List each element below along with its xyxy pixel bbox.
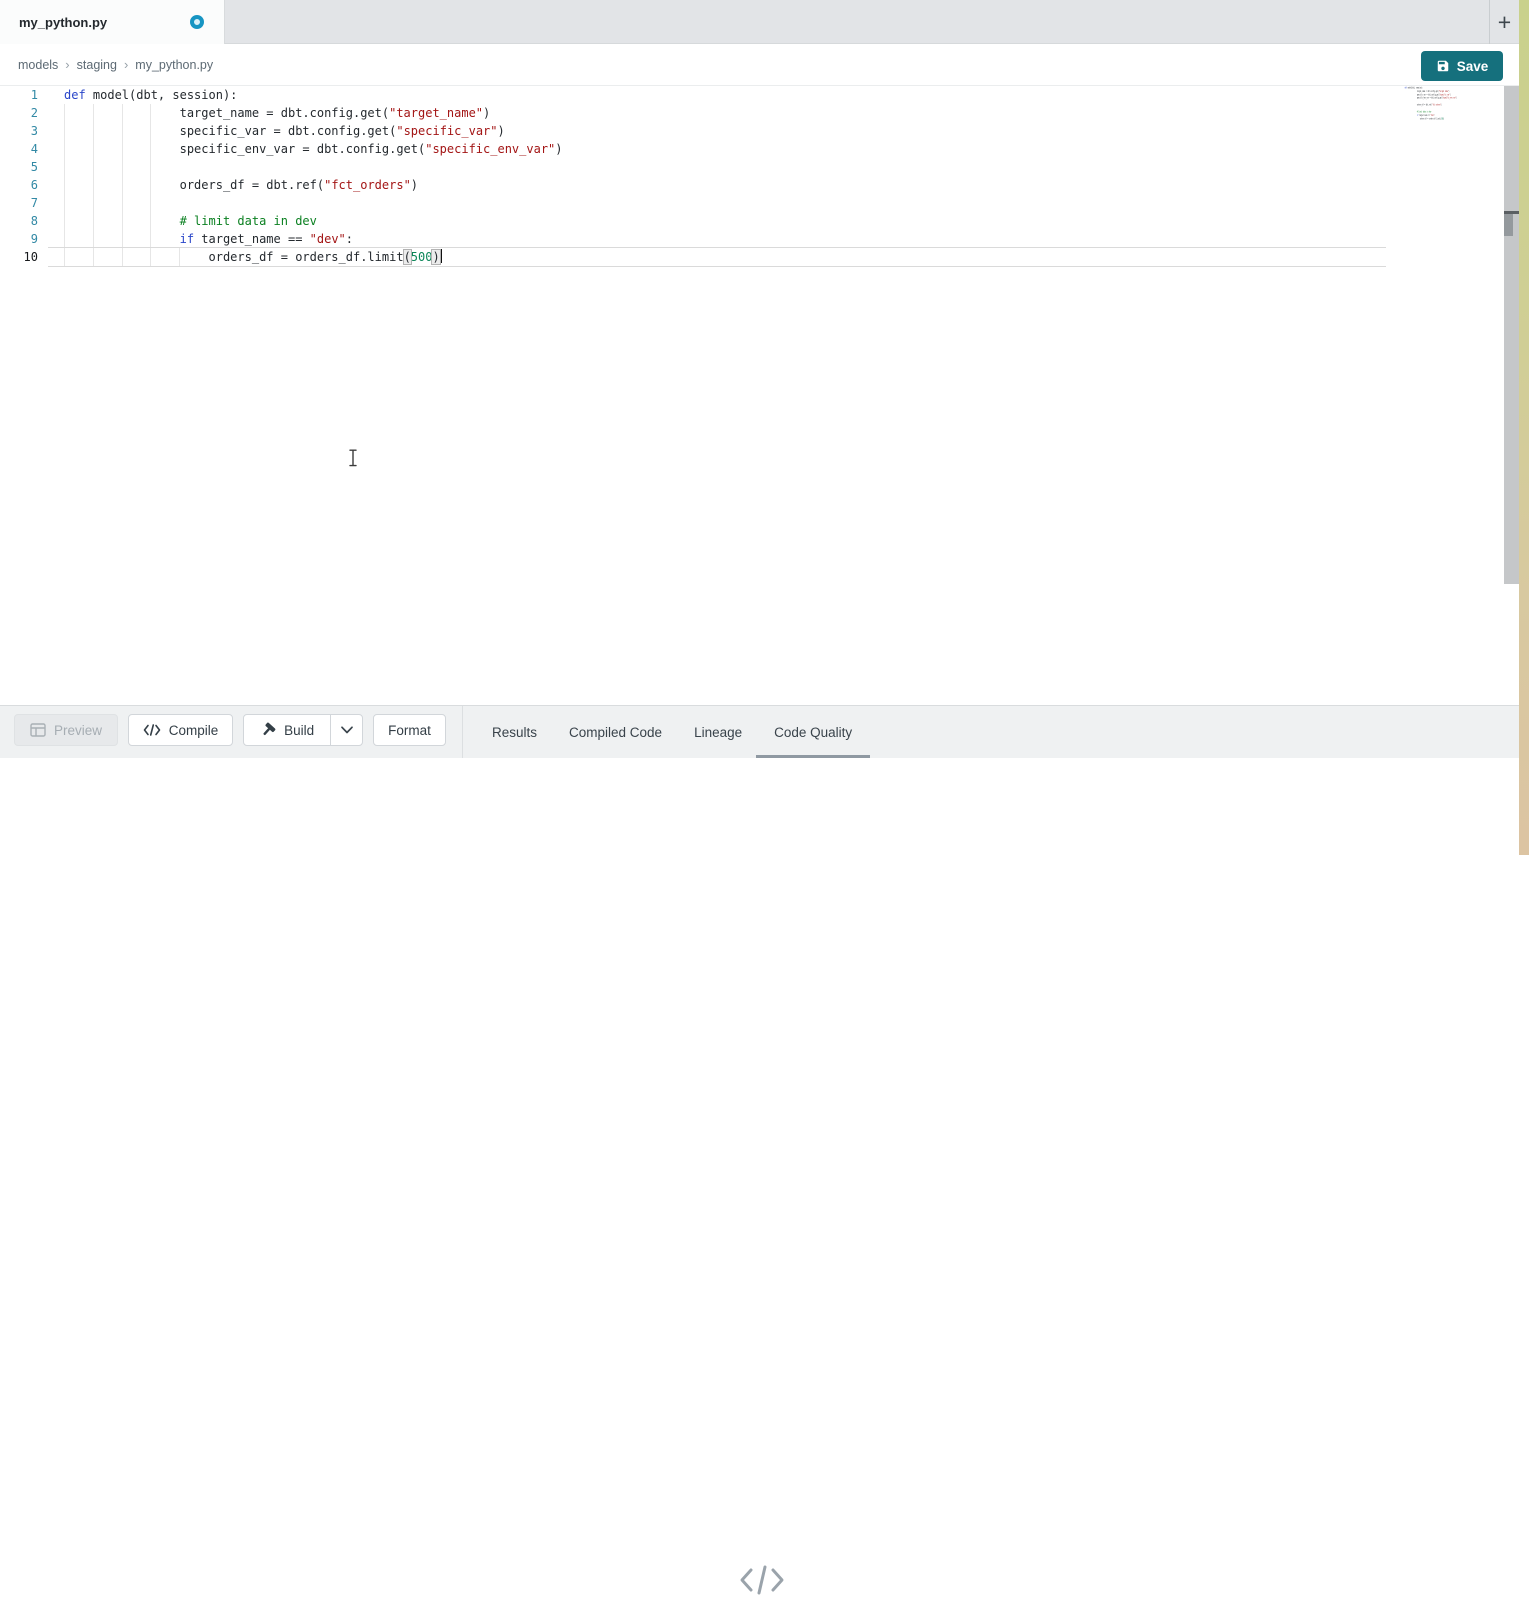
format-button[interactable]: Format	[373, 714, 446, 746]
code-line[interactable]: 3 specific_var = dbt.config.get("specifi…	[0, 122, 1504, 140]
line-number: 10	[0, 248, 48, 266]
bottom-toolbar: Preview Compile Build	[0, 705, 1519, 758]
preview-label: Preview	[54, 723, 102, 738]
line-number: 1	[0, 86, 48, 104]
breadcrumb-bar: models › staging › my_python.py Save	[0, 44, 1519, 86]
mouse-ibeam-cursor	[347, 449, 359, 467]
modified-indicator-icon	[190, 15, 204, 29]
table-grid-icon	[30, 723, 46, 737]
tab-title: my_python.py	[19, 15, 107, 30]
code-line: orders_df = orders_df.limit(500)	[1403, 117, 1498, 120]
editor-scrollbar[interactable]	[1504, 86, 1520, 584]
indent-guide	[122, 104, 123, 266]
breadcrumb-models[interactable]: models	[18, 58, 58, 72]
breadcrumb-separator-icon: ›	[65, 57, 69, 72]
code-line[interactable]: 1def model(dbt, session):	[0, 86, 1504, 104]
line-number: 8	[0, 212, 48, 230]
code-placeholder-icon	[739, 1563, 785, 1597]
indent-guide	[179, 248, 180, 266]
tab-my-python[interactable]: my_python.py	[0, 0, 225, 44]
new-tab-button[interactable]: +	[1489, 0, 1519, 44]
chevron-down-icon	[340, 726, 354, 734]
breadcrumb-staging[interactable]: staging	[77, 58, 117, 72]
minimap[interactable]: def model(dbt, session): target_name = d…	[1403, 86, 1499, 126]
code-line[interactable]: 10 orders_df = orders_df.limit(500)	[0, 248, 1504, 266]
save-label: Save	[1457, 59, 1489, 74]
indent-guide	[93, 104, 94, 266]
line-number: 4	[0, 140, 48, 158]
line-number: 7	[0, 194, 48, 212]
code-editor[interactable]: 1def model(dbt, session):2 target_name =…	[0, 86, 1504, 705]
minimap-content: def model(dbt, session): target_name = d…	[1403, 86, 1498, 120]
code-line[interactable]: 9 if target_name == "dev":	[0, 230, 1504, 248]
compile-label: Compile	[169, 723, 219, 738]
breadcrumb-file[interactable]: my_python.py	[135, 58, 213, 72]
format-label: Format	[388, 723, 431, 738]
line-number: 2	[0, 104, 48, 122]
window-edge-strip	[1519, 0, 1529, 855]
code-line[interactable]: 5	[0, 158, 1504, 176]
code-brackets-icon	[143, 724, 161, 736]
code-lines: 1def model(dbt, session):2 target_name =…	[0, 86, 1504, 266]
floppy-icon	[1436, 59, 1450, 73]
line-number: 6	[0, 176, 48, 194]
code-line[interactable]: 4 specific_env_var = dbt.config.get("spe…	[0, 140, 1504, 158]
compile-button[interactable]: Compile	[128, 714, 233, 746]
results-panel	[0, 758, 1519, 855]
tab-results[interactable]: Results	[478, 706, 551, 759]
code-line[interactable]: 8 # limit data in dev	[0, 212, 1504, 230]
indent-guide	[150, 104, 151, 266]
hammer-icon	[260, 722, 276, 738]
tab-code-quality[interactable]: Code Quality	[760, 706, 866, 759]
line-number: 9	[0, 230, 48, 248]
tab-lineage[interactable]: Lineage	[680, 706, 756, 759]
code-line[interactable]: 2 target_name = dbt.config.get("target_n…	[0, 104, 1504, 122]
save-button[interactable]: Save	[1421, 51, 1503, 81]
code-line[interactable]: 6 orders_df = dbt.ref("fct_orders")	[0, 176, 1504, 194]
panel-tabs: Results Compiled Code Lineage Code Quali…	[478, 706, 866, 759]
tab-strip: my_python.py +	[0, 0, 1519, 44]
code-line[interactable]: 7	[0, 194, 1504, 212]
build-button-group: Build	[243, 714, 363, 746]
indent-guide	[64, 104, 65, 266]
scrollbar-thumb[interactable]	[1504, 214, 1513, 236]
build-label: Build	[284, 723, 314, 738]
preview-button[interactable]: Preview	[14, 714, 118, 746]
tab-compiled-code[interactable]: Compiled Code	[555, 706, 676, 759]
line-number: 5	[0, 158, 48, 176]
plus-icon: +	[1498, 11, 1511, 34]
build-button[interactable]: Build	[244, 715, 330, 745]
breadcrumb-separator-icon: ›	[124, 57, 128, 72]
build-options-button[interactable]	[330, 715, 362, 745]
toolbar-divider	[462, 706, 463, 759]
text-caret	[440, 249, 442, 263]
line-number: 3	[0, 122, 48, 140]
